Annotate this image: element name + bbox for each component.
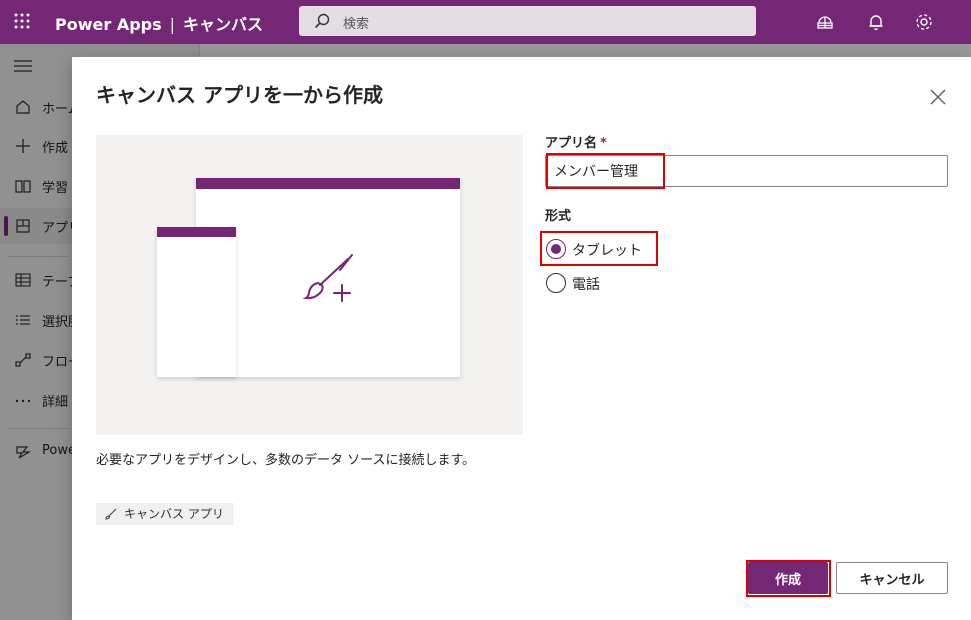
app-name-label-text: アプリ名 [545, 136, 598, 151]
search-placeholder: 検索 [343, 17, 370, 32]
radio-label: タブレット [572, 243, 642, 259]
environment-icon[interactable] [814, 11, 836, 33]
search-icon [314, 13, 330, 29]
dialog-description: 必要なアプリをデザインし、多数のデータ ソースに接続します。 [96, 453, 476, 468]
app-name-input[interactable] [545, 155, 948, 187]
radio-button[interactable] [546, 273, 566, 293]
radio-button[interactable] [546, 239, 566, 259]
gear-icon[interactable] [913, 11, 935, 33]
top-bar: Power Apps | キャンバス 検索 [0, 0, 971, 44]
cancel-button[interactable]: キャンセル [836, 562, 948, 594]
canvas-illustration [157, 178, 460, 377]
tag-label: キャンバス アプリ [124, 507, 224, 521]
app-name-label: アプリ名 * [545, 132, 607, 151]
brand-separator: | [169, 15, 176, 34]
app-brand: Power Apps | キャンバス [55, 11, 263, 35]
bell-icon[interactable] [865, 11, 887, 33]
radio-label: 電話 [572, 277, 600, 293]
close-icon[interactable] [928, 87, 948, 107]
environment-name: キャンバス [183, 15, 264, 34]
canvas-app-tag: キャンバス アプリ [96, 503, 234, 525]
search-box[interactable]: 検索 [299, 6, 756, 36]
dialog-title: キャンバス アプリを一から作成 [96, 83, 383, 107]
phone-frame [157, 227, 236, 377]
create-button[interactable]: 作成 [748, 562, 828, 594]
paintbrush-icon [105, 508, 117, 520]
preview-illustration [96, 135, 523, 435]
format-label: 形式 [545, 209, 572, 224]
waffle-icon[interactable] [13, 12, 31, 30]
required-marker: * [600, 136, 607, 151]
create-canvas-app-dialog: キャンバス アプリを一から作成 必要なアプリをデザインし、多数のデータ ソースに… [72, 57, 971, 620]
app-name[interactable]: Power Apps [55, 15, 162, 34]
